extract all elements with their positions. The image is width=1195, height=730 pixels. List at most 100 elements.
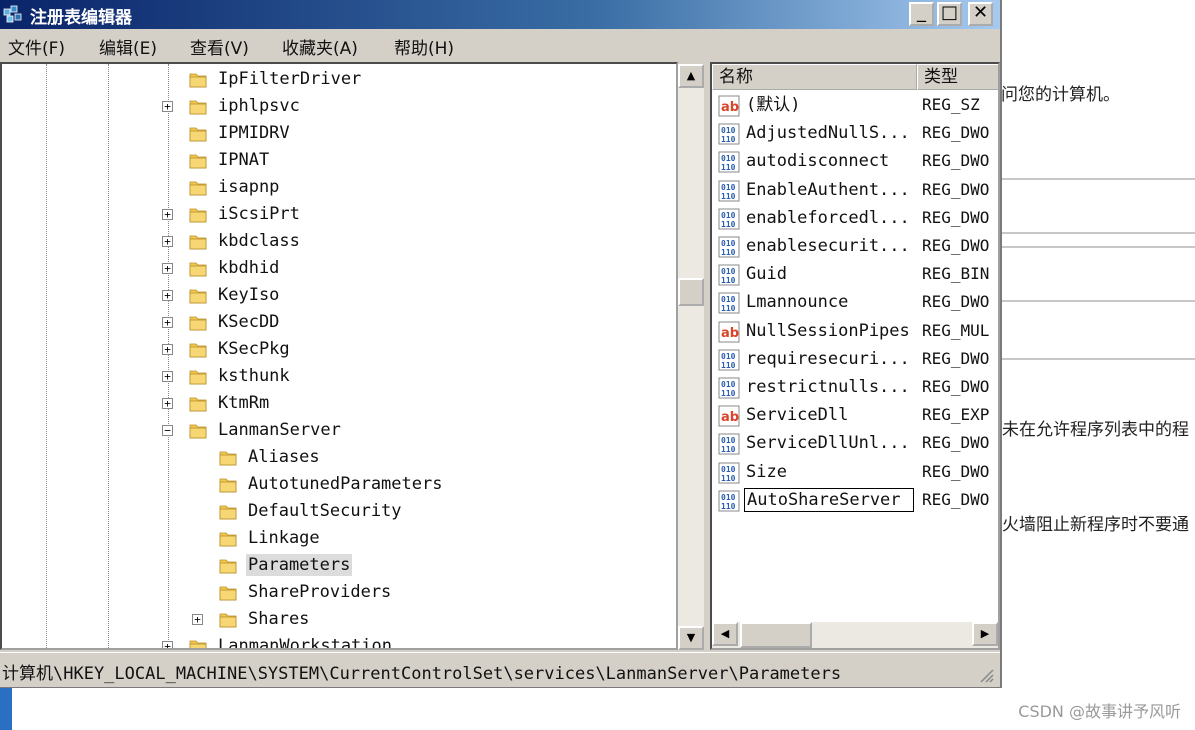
registry-value-row[interactable]: 010 110 restrictnulls... REG_DWO: [712, 374, 998, 402]
registry-value-row[interactable]: 010 110 AdjustedNullS... REG_DWO: [712, 120, 998, 148]
tree-node[interactable]: + LanmanWorkstation: [2, 635, 676, 648]
menu-edit[interactable]: 编辑(E): [99, 34, 157, 59]
expand-icon[interactable]: +: [162, 290, 173, 301]
expand-icon[interactable]: +: [162, 209, 173, 220]
column-header-type[interactable]: 类型: [917, 64, 998, 90]
column-header-name[interactable]: 名称: [712, 64, 917, 90]
values-list-pane[interactable]: 名称 类型 ab (默认) REG_SZ 010 110 AdjustedNullS...…: [710, 62, 1000, 650]
tree-node-label[interactable]: IPMIDRV: [216, 122, 292, 144]
tree-node[interactable]: + kbdclass: [2, 230, 676, 256]
tree-node-label[interactable]: iphlpsvc: [216, 95, 302, 117]
tree-node-label[interactable]: DefaultSecurity: [246, 500, 404, 522]
tree-node[interactable]: + iScsiPrt: [2, 203, 676, 229]
scroll-thumb[interactable]: [678, 278, 704, 306]
tree-node-label[interactable]: IpFilterDriver: [216, 68, 363, 90]
expand-icon[interactable]: +: [162, 371, 173, 382]
list-horizontal-scrollbar[interactable]: ◀ ▶: [712, 622, 998, 648]
registry-value-row[interactable]: 010 110 autodisconnect REG_DWO: [712, 148, 998, 176]
horizontal-scroll-thumb[interactable]: [740, 622, 812, 648]
registry-value-row[interactable]: 010 110 Guid REG_BIN: [712, 261, 998, 289]
tree-node-label[interactable]: iScsiPrt: [216, 203, 302, 225]
close-button[interactable]: ✕: [968, 2, 993, 26]
title-bar[interactable]: 注册表编辑器 _ □ ✕: [0, 0, 1000, 29]
tree-node[interactable]: + ksthunk: [2, 365, 676, 391]
tree-node[interactable]: Parameters: [2, 554, 676, 580]
menu-file[interactable]: 文件(F): [8, 34, 65, 59]
tree-node[interactable]: + Shares: [2, 608, 676, 634]
registry-value-row[interactable]: ab NullSessionPipes REG_MUL: [712, 318, 998, 346]
registry-value-row[interactable]: 010 110 AutoShareServer REG_DWO: [712, 487, 998, 515]
tree-node-label[interactable]: Parameters: [246, 554, 353, 576]
tree-node-label[interactable]: Linkage: [246, 527, 322, 549]
maximize-button[interactable]: □: [937, 2, 962, 26]
registry-value-row[interactable]: 010 110 Size REG_DWO: [712, 459, 998, 487]
tree-node-label[interactable]: kbdclass: [216, 230, 302, 252]
key-tree-pane[interactable]: IpFilterDriver + iphlpsvc IPMIDRV IPNAT isapn…: [0, 62, 678, 650]
menu-view[interactable]: 查看(V): [190, 34, 249, 59]
tree-node-label[interactable]: AutotunedParameters: [246, 473, 444, 495]
registry-value-row[interactable]: 010 110 EnableAuthent... REG_DWO: [712, 177, 998, 205]
tree-node-label[interactable]: KtmRm: [216, 392, 271, 414]
expand-icon[interactable]: +: [162, 317, 173, 328]
value-type: REG_DWO: [922, 151, 990, 171]
tree-node[interactable]: + KeyIso: [2, 284, 676, 310]
tree-node-label[interactable]: LanmanWorkstation: [216, 635, 394, 648]
tree-node[interactable]: isapnp: [2, 176, 676, 202]
tree-node-label[interactable]: KSecDD: [216, 311, 281, 333]
tree-node[interactable]: IPNAT: [2, 149, 676, 175]
scroll-up-button[interactable]: ▲: [678, 64, 704, 88]
menu-favorites[interactable]: 收藏夹(A): [282, 34, 358, 59]
svg-text:010: 010: [721, 211, 736, 220]
expand-icon[interactable]: +: [162, 236, 173, 247]
tree-node-label[interactable]: LanmanServer: [216, 419, 343, 441]
menu-help[interactable]: 帮助(H): [394, 34, 454, 59]
expand-icon[interactable]: +: [162, 263, 173, 274]
expand-icon[interactable]: +: [162, 398, 173, 409]
scroll-left-button[interactable]: ◀: [712, 622, 738, 646]
registry-value-row[interactable]: 010 110 ServiceDllUnl... REG_DWO: [712, 430, 998, 458]
tree-node[interactable]: DefaultSecurity: [2, 500, 676, 526]
tree-node-label[interactable]: kbdhid: [216, 257, 281, 279]
tree-node[interactable]: IpFilterDriver: [2, 68, 676, 94]
tree-node-label[interactable]: isapnp: [216, 176, 281, 198]
tree-node[interactable]: − LanmanServer: [2, 419, 676, 445]
tree-node-label[interactable]: ShareProviders: [246, 581, 393, 603]
svg-text:110: 110: [721, 163, 736, 172]
tree-node[interactable]: + kbdhid: [2, 257, 676, 283]
rename-value-input[interactable]: AutoShareServer: [744, 487, 914, 512]
expand-icon[interactable]: +: [192, 614, 203, 625]
folder-icon: [218, 582, 238, 602]
tree-node[interactable]: Aliases: [2, 446, 676, 472]
tree-node-label[interactable]: Aliases: [246, 446, 322, 468]
tree-node-label[interactable]: KSecPkg: [216, 338, 292, 360]
collapse-icon[interactable]: −: [162, 425, 173, 436]
resize-grip-icon[interactable]: [978, 667, 994, 683]
expand-icon[interactable]: +: [162, 344, 173, 355]
scroll-right-button[interactable]: ▶: [972, 622, 998, 646]
tree-node[interactable]: IPMIDRV: [2, 122, 676, 148]
registry-value-row[interactable]: 010 110 enablesecurit... REG_DWO: [712, 233, 998, 261]
tree-node-label[interactable]: IPNAT: [216, 149, 271, 171]
tree-node[interactable]: + iphlpsvc: [2, 95, 676, 121]
tree-node[interactable]: AutotunedParameters: [2, 473, 676, 499]
binary-value-icon: 010 110: [718, 490, 740, 512]
tree-node[interactable]: ShareProviders: [2, 581, 676, 607]
minimize-button[interactable]: _: [909, 2, 934, 26]
tree-node[interactable]: + KSecDD: [2, 311, 676, 337]
registry-value-row[interactable]: ab ServiceDll REG_EXP: [712, 402, 998, 430]
tree-node[interactable]: + KSecPkg: [2, 338, 676, 364]
tree-vertical-scrollbar[interactable]: ▲ ▼: [678, 64, 704, 650]
tree-node[interactable]: + KtmRm: [2, 392, 676, 418]
tree-node-label[interactable]: Shares: [246, 608, 311, 630]
tree-node-label[interactable]: KeyIso: [216, 284, 281, 306]
background-text-2: 未在允许程序列表中的程: [1002, 420, 1189, 440]
expand-icon[interactable]: +: [162, 641, 173, 648]
registry-value-row[interactable]: 010 110 enableforcedl... REG_DWO: [712, 205, 998, 233]
expand-icon[interactable]: +: [162, 101, 173, 112]
tree-node[interactable]: Linkage: [2, 527, 676, 553]
registry-value-row[interactable]: ab (默认) REG_SZ: [712, 92, 998, 120]
tree-node-label[interactable]: ksthunk: [216, 365, 292, 387]
registry-value-row[interactable]: 010 110 requiresecuri... REG_DWO: [712, 346, 998, 374]
registry-value-row[interactable]: 010 110 Lmannounce REG_DWO: [712, 289, 998, 317]
scroll-down-button[interactable]: ▼: [678, 626, 704, 650]
